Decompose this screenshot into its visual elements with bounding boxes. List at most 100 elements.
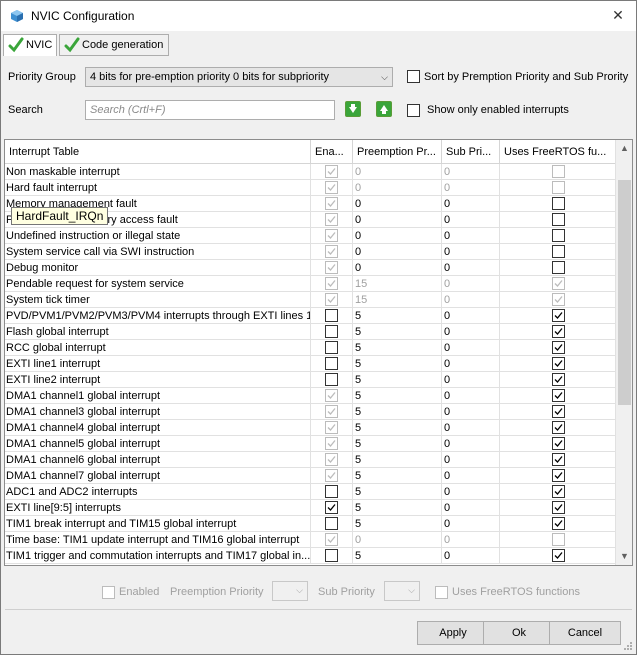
rtos-checkbox[interactable] [552,181,565,194]
table-row[interactable]: System service call via SWI instruction 0… [5,244,616,260]
preemption-priority[interactable]: 5 [353,468,442,484]
enabled-checkbox[interactable] [325,389,338,402]
preemption-priority[interactable]: 0 [353,244,442,260]
rtos-checkbox[interactable] [552,213,565,226]
rtos-checkbox[interactable] [552,533,565,546]
rtos-checkbox[interactable] [552,341,565,354]
tab-nvic[interactable]: NVIC [3,34,57,57]
preemption-priority[interactable]: 0 [353,196,442,212]
rtos-checkbox[interactable] [552,405,565,418]
table-row[interactable]: DMA1 channel3 global interrupt 5 0 [5,404,616,420]
sub-priority[interactable]: 0 [442,532,500,548]
enabled-checkbox[interactable] [325,357,338,370]
sub-priority[interactable]: 0 [442,388,500,404]
table-row[interactable]: EXTI line[9:5] interrupts 5 0 [5,500,616,516]
rtos-checkbox[interactable] [552,277,565,290]
preemption-priority[interactable]: 0 [353,228,442,244]
scroll-thumb[interactable] [618,180,631,405]
table-row[interactable]: TIM1 trigger and commutation interrupts … [5,548,616,564]
column-freertos[interactable]: Uses FreeRTOS fu... [500,140,616,164]
sub-priority[interactable]: 0 [442,212,500,228]
table-row[interactable]: Hard fault interrupt 0 0 [5,180,616,196]
preemption-priority[interactable]: 0 [353,532,442,548]
rtos-checkbox[interactable] [552,293,565,306]
sub-priority[interactable]: 0 [442,276,500,292]
sub-priority[interactable]: 0 [442,356,500,372]
sub-priority[interactable]: 0 [442,372,500,388]
rtos-checkbox[interactable] [552,261,565,274]
table-row[interactable]: DMA1 channel1 global interrupt 5 0 [5,388,616,404]
search-up-button[interactable] [376,101,392,117]
rtos-checkbox[interactable] [552,437,565,450]
enabled-checkbox[interactable] [325,277,338,290]
rtos-checkbox[interactable] [552,485,565,498]
enabled-checkbox[interactable] [325,421,338,434]
enabled-checkbox[interactable] [325,245,338,258]
sub-priority[interactable]: 0 [442,164,500,180]
preemption-priority[interactable]: 5 [353,308,442,324]
sub-priority[interactable]: 0 [442,244,500,260]
table-row[interactable]: DMA1 channel5 global interrupt 5 0 [5,436,616,452]
rtos-checkbox[interactable] [552,549,565,562]
enabled-checkbox[interactable] [325,533,338,546]
detail-sub-select[interactable]: ⌵ [384,581,420,601]
sub-priority[interactable]: 0 [442,516,500,532]
sub-priority[interactable]: 0 [442,452,500,468]
close-icon[interactable]: ✕ [610,7,626,23]
enabled-checkbox[interactable] [325,165,338,178]
sub-priority[interactable]: 0 [442,196,500,212]
priority-group-select[interactable]: 4 bits for pre-emption priority 0 bits f… [85,67,393,87]
preemption-priority[interactable]: 5 [353,452,442,468]
preemption-priority[interactable]: 5 [353,484,442,500]
detail-rtos-checkbox[interactable] [435,586,448,599]
search-down-button[interactable] [345,101,361,117]
table-row[interactable]: Undefined instruction or illegal state 0 0 [5,228,616,244]
table-row[interactable]: DMA1 channel4 global interrupt 5 0 [5,420,616,436]
preemption-priority[interactable]: 5 [353,436,442,452]
table-row[interactable]: EXTI line1 interrupt 5 0 [5,356,616,372]
search-input[interactable]: Search (Crtl+F) [85,100,335,120]
preemption-priority[interactable]: 0 [353,164,442,180]
sub-priority[interactable]: 0 [442,228,500,244]
enabled-checkbox[interactable] [325,181,338,194]
preemption-priority[interactable]: 5 [353,388,442,404]
preemption-priority[interactable]: 5 [353,420,442,436]
show-enabled-checkbox[interactable] [407,104,420,117]
enabled-checkbox[interactable] [325,405,338,418]
enabled-checkbox[interactable] [325,309,338,322]
rtos-checkbox[interactable] [552,229,565,242]
enabled-checkbox[interactable] [325,453,338,466]
sub-priority[interactable]: 0 [442,436,500,452]
preemption-priority[interactable]: 0 [353,180,442,196]
sub-priority[interactable]: 0 [442,484,500,500]
preemption-priority[interactable]: 5 [353,372,442,388]
vertical-scrollbar[interactable]: ▲ ▼ [615,140,632,565]
sub-priority[interactable]: 0 [442,500,500,516]
rtos-checkbox[interactable] [552,453,565,466]
column-interrupt-table[interactable]: Interrupt Table [5,140,311,164]
preemption-priority[interactable]: 5 [353,516,442,532]
preemption-priority[interactable]: 5 [353,548,442,564]
column-preemption[interactable]: Preemption Pr... [353,140,442,164]
preemption-priority[interactable]: 5 [353,404,442,420]
rtos-checkbox[interactable] [552,357,565,370]
table-row[interactable]: System tick timer 15 0 [5,292,616,308]
sub-priority[interactable]: 0 [442,292,500,308]
table-row[interactable]: TIM1 break interrupt and TIM15 global in… [5,516,616,532]
table-row[interactable]: Pendable request for system service 15 0 [5,276,616,292]
detail-enabled-checkbox[interactable] [102,586,115,599]
table-row[interactable]: Flash global interrupt 5 0 [5,324,616,340]
preemption-priority[interactable]: 5 [353,324,442,340]
enabled-checkbox[interactable] [325,229,338,242]
sub-priority[interactable]: 0 [442,324,500,340]
sort-checkbox[interactable] [407,70,420,83]
enabled-checkbox[interactable] [325,261,338,274]
cancel-button[interactable]: Cancel [549,621,621,645]
sub-priority[interactable]: 0 [442,468,500,484]
column-sub-priority[interactable]: Sub Pri... [442,140,500,164]
table-row[interactable]: EXTI line2 interrupt 5 0 [5,372,616,388]
rtos-checkbox[interactable] [552,389,565,402]
rtos-checkbox[interactable] [552,469,565,482]
table-row[interactable]: DMA1 channel6 global interrupt 5 0 [5,452,616,468]
rtos-checkbox[interactable] [552,309,565,322]
